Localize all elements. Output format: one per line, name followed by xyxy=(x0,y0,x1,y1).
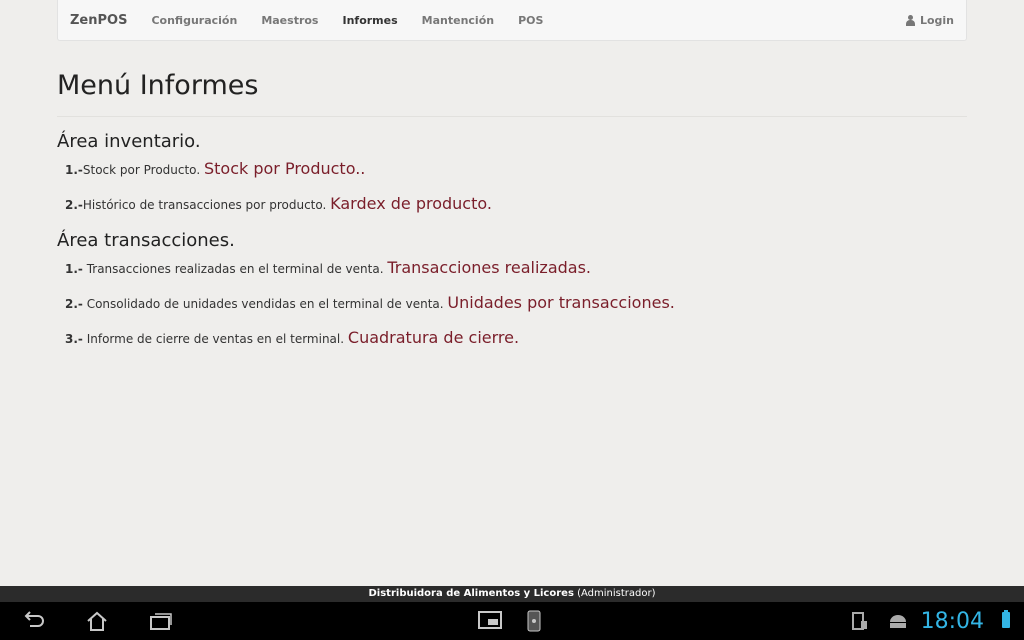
android-icon[interactable] xyxy=(887,610,909,634)
item-number: 2.- xyxy=(65,297,83,311)
user-role: (Administrador) xyxy=(577,588,656,599)
item-description: Consolidado de unidades vendidas en el t… xyxy=(82,297,444,311)
main-content: Menú Informes Área inventario. 1.-Stock … xyxy=(57,70,967,362)
item-number: 2.- xyxy=(65,198,83,212)
report-item: 1.-Stock por Producto. Stock por Product… xyxy=(65,158,967,181)
cuadratura-cierre-link[interactable]: Cuadratura de cierre. xyxy=(348,328,519,347)
login-label: Login xyxy=(919,13,954,27)
section-title-transacciones: Área transacciones. xyxy=(57,230,235,251)
nav-mantencion[interactable]: Mantención xyxy=(422,14,494,27)
login-link[interactable]: Login xyxy=(905,14,954,27)
screenshot-icon[interactable] xyxy=(478,610,502,634)
nav-pos[interactable]: POS xyxy=(518,14,543,27)
battery-icon xyxy=(1002,610,1010,628)
nav-maestros[interactable]: Maestros xyxy=(261,14,318,27)
system-navigation-bar: 18:04 xyxy=(0,602,1024,640)
item-number: 1.- xyxy=(65,163,83,177)
kardex-producto-link[interactable]: Kardex de producto. xyxy=(330,194,492,213)
item-number: 1.- xyxy=(65,262,83,276)
item-description: Stock por Producto. xyxy=(82,163,201,177)
user-icon xyxy=(905,14,916,26)
nav-configuracion[interactable]: Configuración xyxy=(151,14,237,27)
report-item: 2.- Consolidado de unidades vendidas en … xyxy=(65,292,967,315)
report-item: 1.- Transacciones realizadas en el termi… xyxy=(65,257,967,280)
section-title-inventario: Área inventario. xyxy=(57,131,201,152)
item-description: Informe de cierre de ventas en el termin… xyxy=(82,332,345,346)
notification-icon[interactable] xyxy=(850,610,870,636)
page-title: Menú Informes xyxy=(57,70,967,117)
recent-apps-icon[interactable] xyxy=(148,610,174,636)
organization-name: Distribuidora de Alimentos y Licores xyxy=(368,588,574,599)
home-icon[interactable] xyxy=(85,610,109,636)
report-item: 2.-Histórico de transacciones por produc… xyxy=(65,193,967,216)
brand-link[interactable]: ZenPOS xyxy=(70,13,127,28)
item-description: Histórico de transacciones por producto. xyxy=(82,198,327,212)
transacciones-realizadas-link[interactable]: Transacciones realizadas. xyxy=(387,258,591,277)
unidades-transacciones-link[interactable]: Unidades por transacciones. xyxy=(447,293,674,312)
report-item: 3.- Informe de cierre de ventas en el te… xyxy=(65,327,967,350)
stock-por-producto-link[interactable]: Stock por Producto.. xyxy=(204,159,365,178)
footer-status: Distribuidora de Alimentos y Licores (Ad… xyxy=(0,586,1024,602)
phone-icon[interactable] xyxy=(527,610,541,636)
nav-informes[interactable]: Informes xyxy=(342,14,397,27)
top-navbar: ZenPOS Configuración Maestros Informes M… xyxy=(57,0,967,41)
back-icon[interactable] xyxy=(22,610,46,634)
clock-time: 18:04 xyxy=(920,609,984,634)
item-number: 3.- xyxy=(65,332,83,346)
item-description: Transacciones realizadas en el terminal … xyxy=(82,262,384,276)
